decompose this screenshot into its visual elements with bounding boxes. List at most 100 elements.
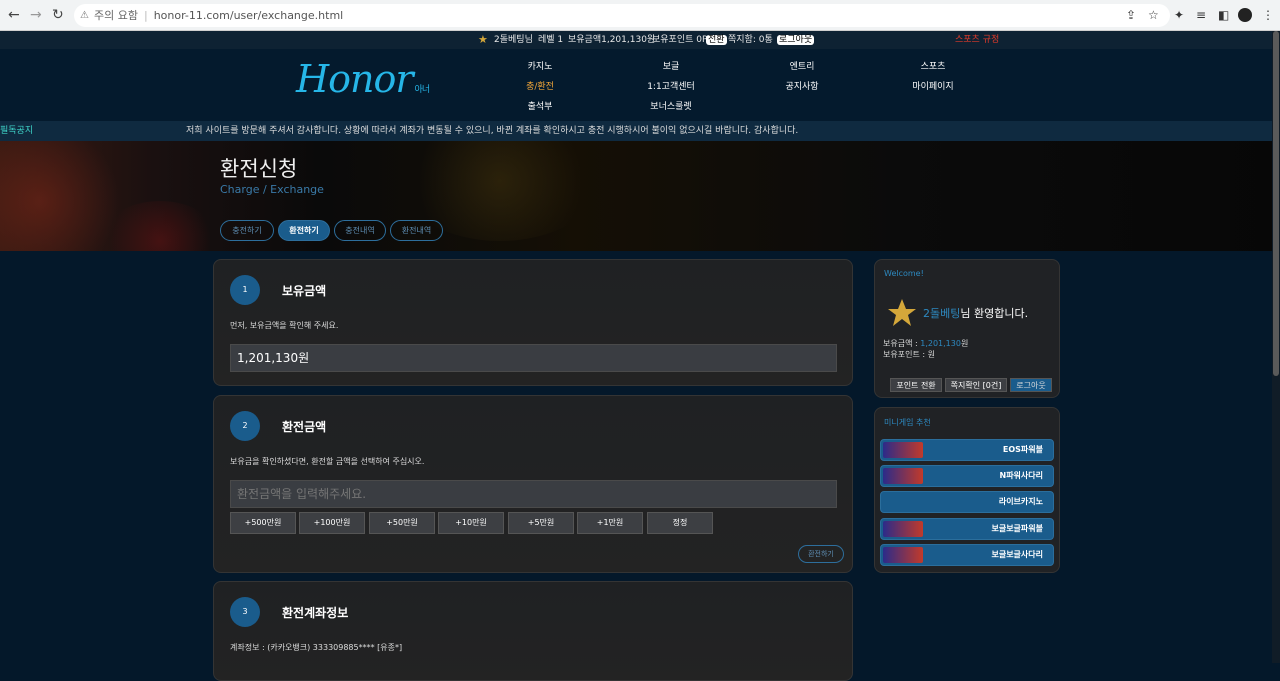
game-boggle-powerball[interactable]: 보글보글파워볼 (880, 518, 1054, 540)
balance-card: 1 보유금액 먼저, 보유금액을 확인해 주세요. 1,201,130원 (213, 259, 853, 386)
back-icon[interactable]: ← (8, 8, 20, 22)
bookmark-star-icon[interactable]: ☆ (1148, 8, 1159, 22)
side-logout-button[interactable]: 로그아웃 (1010, 378, 1052, 392)
profile-avatar[interactable] (1238, 8, 1252, 22)
menu-entry[interactable]: 엔트리 (762, 59, 842, 72)
step-badge: 3 (230, 597, 260, 627)
tab-charge[interactable]: 충전하기 (220, 220, 274, 241)
minigame-title: 미니게임 추천 (884, 418, 931, 427)
side-panel-icon[interactable]: ◧ (1218, 8, 1229, 22)
menu-sports[interactable]: 스포츠 (893, 59, 973, 72)
amount-500-button[interactable]: +500만원 (230, 512, 296, 534)
game-label: N파워사다리 (999, 471, 1044, 480)
level-star-icon (888, 299, 916, 326)
menu-attendance[interactable]: 출석부 (500, 99, 580, 112)
reload-icon[interactable]: ↻ (52, 8, 64, 22)
menu-icon[interactable]: ⋮ (1262, 8, 1274, 22)
amount-50-button[interactable]: +50만원 (369, 512, 435, 534)
welcome-panel: Welcome! 2돌베팅님 환영합니다. 보유금액 : 1,201,130원 … (874, 259, 1060, 398)
logo-sub: 아너 (414, 85, 431, 95)
tab-exchange[interactable]: 환전하기 (278, 220, 330, 241)
game-label: 라이브카지노 (998, 497, 1043, 506)
menu-casino[interactable]: 카지노 (500, 59, 580, 72)
game-boggle-ladder[interactable]: 보글보글사다리 (880, 544, 1054, 566)
topbar-level: 레벨 1 (538, 35, 564, 45)
extensions-icon[interactable]: ✦ (1174, 8, 1184, 22)
game-label: EOS파워볼 (1002, 445, 1043, 454)
topbar-point: 보유포인트 0P (652, 35, 708, 45)
game-logo (883, 521, 923, 537)
menu-notice[interactable]: 공지사항 (762, 79, 842, 92)
logo-text: Honor (296, 57, 414, 101)
game-eos-powerball[interactable]: EOS파워볼 (880, 439, 1054, 461)
page-title: 환전신청 (220, 157, 298, 181)
tab-exchange-history[interactable]: 환전내역 (390, 220, 443, 241)
page-hero: 환전신청 Charge / Exchange 충전하기 환전하기 충전내역 환전… (0, 141, 1280, 251)
menu-roulette[interactable]: 보너스룰렛 (631, 99, 711, 112)
scrollbar-thumb[interactable] (1273, 31, 1279, 376)
message-check-button[interactable]: 쪽지확인 [0건] (945, 378, 1007, 392)
game-logo (883, 442, 923, 458)
exchange-amount-input[interactable] (230, 480, 837, 508)
amount-reset-button[interactable]: 정정 (647, 512, 713, 534)
exchange-amount-card: 2 환전금액 보유금을 확인하셨다면, 환전할 금액을 선택하여 주십시오. +… (213, 395, 853, 573)
level-star-icon: ★ (478, 33, 488, 46)
game-logo (883, 468, 923, 484)
topbar-balance: 보유금액1,201,130원 (568, 35, 656, 45)
welcome-greet: 님 환영합니다. (960, 307, 1029, 320)
account-title: 환전계좌정보 (282, 606, 349, 620)
welcome-message: 2돌베팅님 환영합니다. (923, 305, 1028, 321)
amount-100-button[interactable]: +100만원 (299, 512, 365, 534)
tab-charge-history[interactable]: 충전내역 (334, 220, 386, 241)
forward-icon[interactable]: → (30, 8, 42, 22)
amount-10-button[interactable]: +10만원 (438, 512, 504, 534)
minigame-panel: 미니게임 추천 EOS파워볼 N파워사다리 라이브카지노 보글보글파워볼 보글보… (874, 407, 1060, 573)
side-balance-label: 보유금액 : (883, 339, 921, 348)
side-balance: 보유금액 : 1,201,130원 (883, 338, 968, 349)
scrollbar[interactable] (1272, 31, 1280, 663)
browser-toolbar: ← → ↻ ⚠ 주의 요함 | honor-11.com/user/exchange… (0, 0, 1280, 31)
menu-support[interactable]: 1:1고객센터 (631, 79, 711, 92)
notice-ticker: 필독공지 저희 사이트를 방문해 주셔서 감사합니다. 상황에 따라서 계좌가 … (0, 121, 1280, 141)
step-badge: 1 (230, 275, 260, 305)
balance-desc: 먼저, 보유금액을 확인해 주세요. (230, 321, 339, 330)
welcome-title: Welcome! (884, 269, 924, 278)
topbar-logout-button[interactable]: 로그아웃 (777, 35, 815, 45)
point-convert-button[interactable]: 전환 (706, 35, 727, 45)
account-desc: 계좌정보 : (카카오뱅크) 333309885**** [유종*] (230, 643, 403, 652)
game-label: 보글보글파워볼 (991, 524, 1043, 533)
ticker-tag: 필독공지 (0, 126, 34, 136)
topbar-nick: 2돌베팅님 (494, 35, 533, 45)
menu-mypage[interactable]: 마이페이지 (893, 79, 973, 92)
amount-title: 환전금액 (282, 420, 327, 434)
side-point-label: 보유포인트 : (883, 350, 928, 359)
sports-rules-link[interactable]: 스포츠 규정 (955, 31, 999, 49)
game-n-power-ladder[interactable]: N파워사다리 (880, 465, 1054, 487)
side-point: 보유포인트 : 원 (883, 349, 935, 360)
step-badge: 2 (230, 411, 260, 441)
menu-deposit-withdraw[interactable]: 충/환전 (500, 79, 580, 92)
welcome-nick: 2돌베팅 (923, 307, 961, 320)
user-topbar: ★ 2돌베팅님 레벨 1 보유금액1,201,130원 보유포인트 0P 전환 … (0, 31, 1280, 49)
balance-title: 보유금액 (282, 284, 327, 298)
amount-1-button[interactable]: +1만원 (577, 512, 643, 534)
point-convert-side-button[interactable]: 포인트 전환 (890, 378, 942, 392)
reading-list-icon[interactable]: ≡ (1196, 8, 1206, 22)
exchange-submit-button[interactable]: 환전하기 (798, 545, 844, 563)
game-logo (883, 547, 923, 563)
security-warning: 주의 요함 (94, 9, 138, 22)
account-info-card: 3 환전계좌정보 계좌정보 : (카카오뱅크) 333309885**** [유… (213, 581, 853, 681)
side-point-unit: 원 (927, 350, 935, 359)
site-logo[interactable]: Honor 아너 (296, 57, 431, 101)
game-live-casino[interactable]: 라이브카지노 (880, 491, 1054, 513)
address-bar[interactable]: ⚠ 주의 요함 | honor-11.com/user/exchange.html (74, 4, 1170, 27)
menu-boggle[interactable]: 보글 (631, 59, 711, 72)
amount-5-button[interactable]: +5만원 (508, 512, 574, 534)
url-text: honor-11.com/user/exchange.html (153, 9, 344, 22)
page-subtitle: Charge / Exchange (220, 183, 324, 196)
game-label: 보글보글사다리 (991, 550, 1043, 559)
side-balance-unit: 원 (960, 339, 969, 348)
share-icon[interactable]: ⇪ (1126, 8, 1136, 22)
topbar-messages[interactable]: 쪽지함: 0통 (728, 31, 773, 49)
ticker-message: 저희 사이트를 방문해 주셔서 감사합니다. 상황에 따라서 계좌가 변동될 수… (186, 126, 799, 136)
